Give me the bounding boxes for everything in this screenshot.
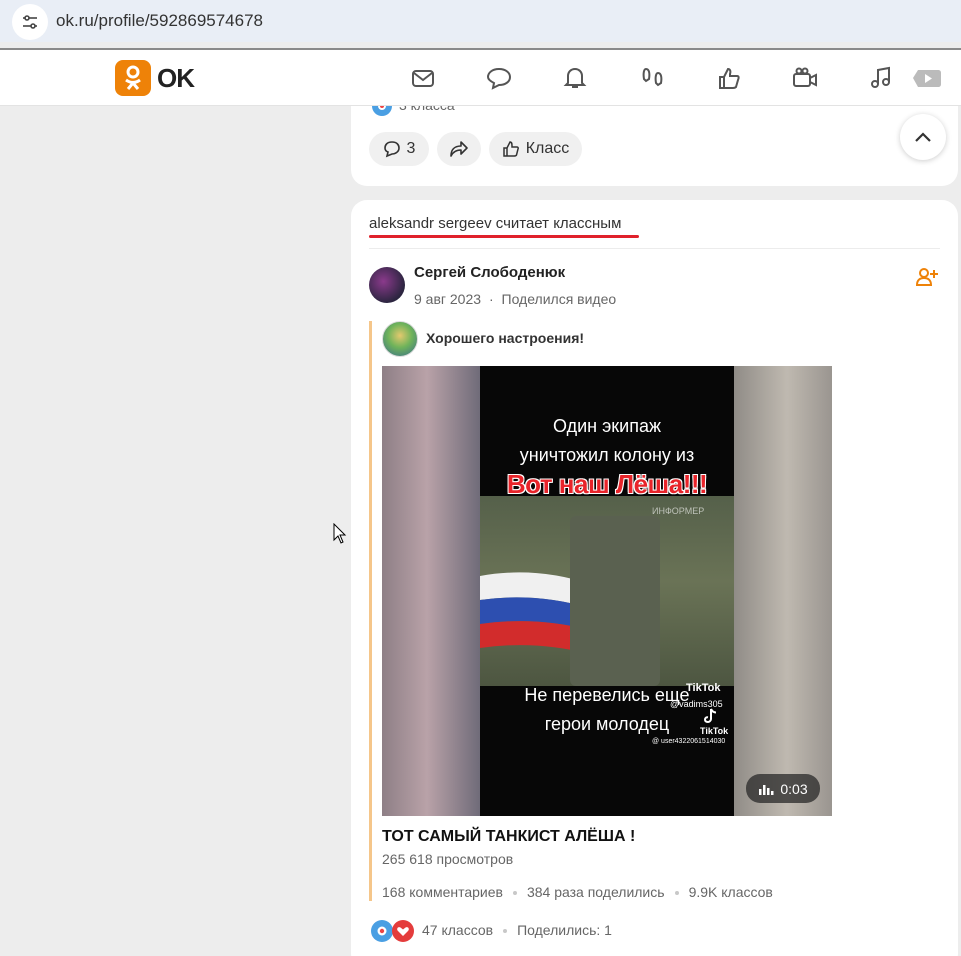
video-comments[interactable]: 168 комментариев <box>382 884 503 900</box>
mail-icon[interactable] <box>410 65 436 91</box>
ok-logo-icon[interactable] <box>115 60 151 96</box>
like-label: Класс <box>525 140 570 157</box>
video-overlay-line2: уничтожил колону из <box>519 445 695 465</box>
video-overlay-line1: Один экипаж <box>552 416 662 436</box>
divider <box>369 248 940 249</box>
scroll-to-top-button[interactable] <box>900 114 946 160</box>
author-avatar[interactable] <box>369 267 405 303</box>
video-likes[interactable]: 9.9K классов <box>689 884 773 900</box>
bars-icon <box>759 784 774 795</box>
thumb-up-icon <box>502 141 519 157</box>
video-views: 265 618 просмотров <box>382 851 514 867</box>
post-action: Поделился видео <box>501 291 617 307</box>
comment-count: 3 <box>406 140 416 157</box>
like-button[interactable]: Класс <box>489 132 582 166</box>
footer-likes[interactable]: 47 классов <box>422 922 493 938</box>
comment-button[interactable]: 3 <box>369 132 429 166</box>
video-duration-badge: 0:03 <box>746 774 820 803</box>
guests-icon[interactable] <box>640 65 666 91</box>
video-duration: 0:03 <box>780 780 808 797</box>
heart-reaction-icon <box>392 920 414 942</box>
bell-icon[interactable] <box>562 65 588 91</box>
chat-icon[interactable] <box>486 65 512 91</box>
chevron-up-icon <box>915 132 931 142</box>
post-date[interactable]: 9 авг 2023 <box>414 291 481 307</box>
site-header: OK <box>0 50 961 106</box>
video-title[interactable]: ТОТ САМЫЙ ТАНКИСТ АЛЁША ! <box>382 828 635 846</box>
tiktok-icon <box>704 708 717 724</box>
site-settings-icon[interactable] <box>12 4 48 40</box>
video-frame: Один экипаж уничтожил колону из Вот наш … <box>480 366 734 816</box>
browser-address-bar: ok.ru/profile/592869574678 <box>0 0 961 42</box>
add-friend-icon[interactable] <box>916 267 938 287</box>
group-name[interactable]: Хорошего настроения! <box>426 330 584 346</box>
author-name[interactable]: Сергей Слободенюк <box>414 264 565 281</box>
video-overlay-line4: герои молодец <box>544 714 670 734</box>
video-image-placeholder <box>570 516 660 686</box>
music-icon[interactable] <box>868 65 894 91</box>
group-avatar[interactable] <box>382 321 418 357</box>
ok-logo-text[interactable]: OK <box>157 63 195 94</box>
tiktok-label-2: TikTok <box>700 726 729 736</box>
comment-icon <box>383 141 400 158</box>
like-icon[interactable] <box>716 65 742 91</box>
repost-border <box>369 321 372 901</box>
address-url[interactable]: ok.ru/profile/592869574678 <box>56 11 263 31</box>
video-shares[interactable]: 384 раза поделились <box>527 884 665 900</box>
video-stats: 168 комментариев 384 раза поделились 9.9K … <box>382 884 773 900</box>
tiktok-label-1: TikTok <box>686 682 721 694</box>
video-photo: ИНФОРМЕР <box>480 496 734 686</box>
post-meta: 9 авг 2023 · Поделился видео <box>414 291 617 307</box>
post-footer: 47 классов Поделились: 1 <box>422 922 612 938</box>
video-player[interactable]: Один экипаж уничтожил колону из Вот наш … <box>382 366 832 816</box>
share-icon <box>450 141 468 157</box>
share-button[interactable] <box>437 132 481 166</box>
mouse-cursor-icon <box>333 523 347 544</box>
video-play-icon[interactable] <box>912 65 942 91</box>
footer-shared[interactable]: Поделились: 1 <box>517 922 612 938</box>
red-underline <box>369 235 639 238</box>
tiktok-user-2: @ user4322061514030 <box>652 738 726 745</box>
video-watermark: ИНФОРМЕР <box>652 506 705 516</box>
video-camera-icon[interactable] <box>792 65 818 91</box>
liked-by-text[interactable]: aleksandr sergeev считает классным <box>369 215 621 232</box>
